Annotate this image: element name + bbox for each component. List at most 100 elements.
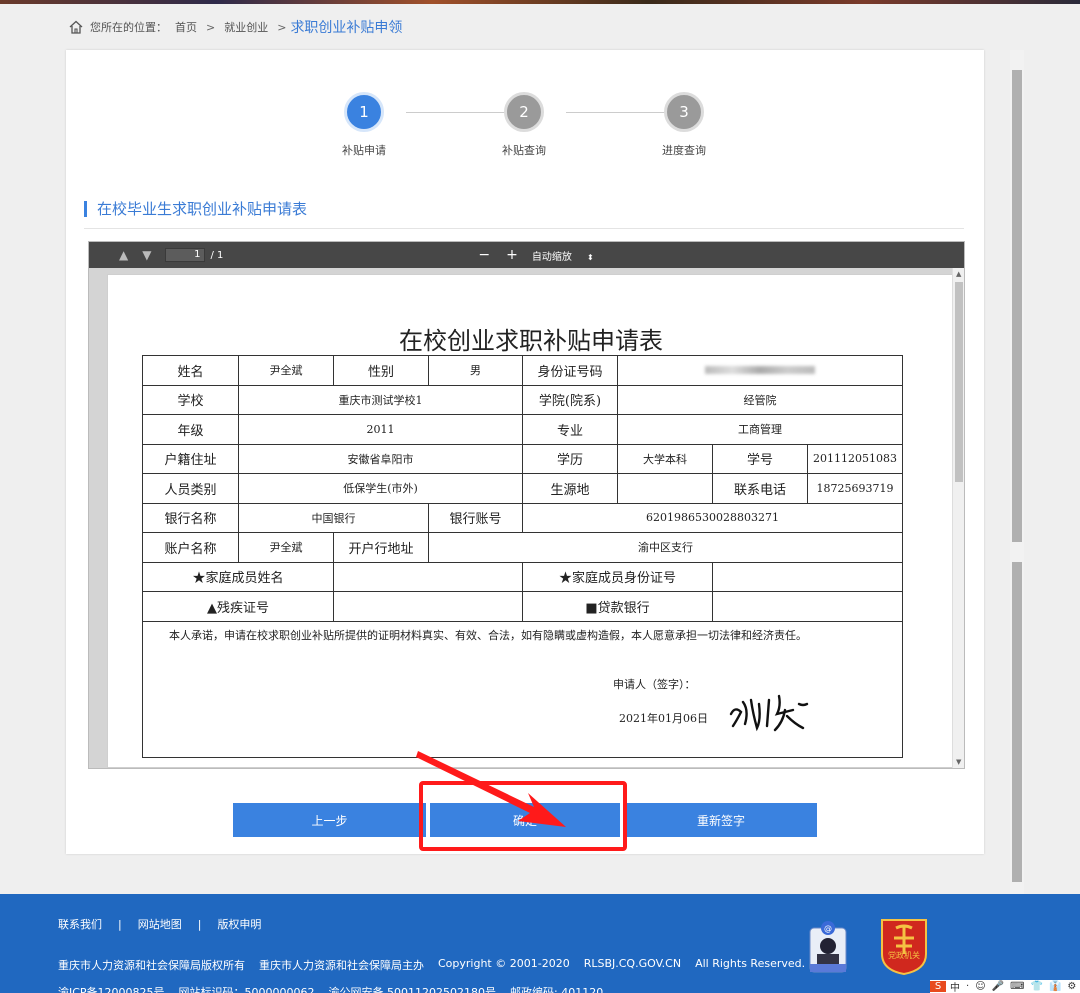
value-bank-name: 中国银行 <box>238 502 429 533</box>
section-title: 在校毕业生求职创业补贴申请表 <box>84 198 307 219</box>
redacted-id-number <box>705 365 815 374</box>
progress-steps: 1 补贴申请 2 补贴查询 3 进度查询 <box>342 92 726 162</box>
footer-link-contact[interactable]: 联系我们 <box>58 916 102 932</box>
breadcrumb-home-link[interactable]: 首页 <box>175 19 197 35</box>
value-disability <box>333 591 523 622</box>
copyright-rights: All Rights Reserved. <box>695 957 806 970</box>
zoom-out-button[interactable]: − <box>478 247 490 263</box>
home-icon[interactable] <box>68 19 84 35</box>
signature-label: 申请人（签字）： <box>613 677 696 691</box>
value-gender: 男 <box>428 355 523 386</box>
label-major: 专业 <box>522 414 618 445</box>
label-loan-bank: ■贷款银行 <box>522 591 713 622</box>
ime-skin-icon[interactable]: 👕 <box>1031 981 1043 992</box>
page-scrollbar-thumb[interactable] <box>1012 70 1022 542</box>
section-title-text: 在校毕业生求职创业补贴申请表 <box>97 200 308 218</box>
step-label: 补贴申请 <box>342 144 386 157</box>
value-bank-address: 渝中区支行 <box>427 532 904 563</box>
breadcrumb-prefix: 您所在的位置： <box>90 21 167 34</box>
pdf-scrollbar[interactable]: ▲ ▼ <box>952 268 964 768</box>
step-label: 补贴查询 <box>502 144 546 157</box>
step-query[interactable]: 2 补贴查询 <box>494 92 554 158</box>
scroll-down-icon[interactable]: ▼ <box>956 758 961 766</box>
value-student-no: 201112051083 <box>806 443 904 474</box>
police-badge-icon[interactable]: @ <box>808 918 848 974</box>
prev-step-button[interactable]: 上一步 <box>233 803 426 837</box>
ime-mic-icon[interactable]: 🎤 <box>992 981 1004 992</box>
ime-toolbox-icon[interactable]: 👔 <box>1049 981 1061 992</box>
pledge-text: 本人承诺，申请在校求职创业补贴所提供的证明材料真实、有效、合法，如有隐瞒或虚构造… <box>169 628 807 642</box>
footer-link-copyright[interactable]: 版权申明 <box>217 916 261 932</box>
table-row: 学校 重庆市测试学校1 学院(院系) 经管院 <box>142 384 904 415</box>
ime-toolbar[interactable]: S 中 · ☺ 🎤 ⌨ 👕 👔 ⚙ <box>930 980 1080 993</box>
copyright-sponsor: 重庆市人力资源和社会保障局主办 <box>259 959 424 972</box>
site-id: 网站标识码：5000000062 <box>178 986 315 993</box>
svg-text:@: @ <box>824 924 832 933</box>
table-row: 姓名 尹全斌 性别 男 身份证号码 <box>142 355 904 386</box>
table-row: ▲残疾证号 ■贷款银行 <box>142 591 904 622</box>
scroll-up-icon[interactable]: ▲ <box>956 270 961 278</box>
document-title: 在校创业求职补贴申请表 <box>399 327 663 355</box>
copyright-owner: 重庆市人力资源和社会保障局版权所有 <box>58 959 245 972</box>
party-govt-badge[interactable]: 党政机关 <box>878 914 930 976</box>
section-title-bar <box>84 200 87 217</box>
value-grade: 2011 <box>238 414 523 445</box>
value-major: 工商管理 <box>616 414 904 445</box>
value-loan-bank <box>711 591 904 622</box>
govt-badge-label: 党政机关 <box>888 951 920 960</box>
step-apply[interactable]: 1 补贴申请 <box>334 92 394 158</box>
value-bank-account: 6201986530028803271 <box>521 502 904 533</box>
ime-keyboard-icon[interactable]: ⌨ <box>1010 981 1024 992</box>
footer-link-sitemap[interactable]: 网站地图 <box>138 916 182 932</box>
value-household: 安徽省阜阳市 <box>238 443 523 474</box>
table-row: 银行名称 中国银行 银行账号 6201986530028803271 <box>142 502 904 533</box>
prev-page-icon[interactable]: ▲ <box>119 248 128 262</box>
footer-copyright: 重庆市人力资源和社会保障局版权所有 重庆市人力资源和社会保障局主办 Copyri… <box>58 957 819 973</box>
ime-settings-icon[interactable]: ⚙ <box>1067 981 1076 992</box>
breadcrumb-separator: > <box>206 20 216 34</box>
value-phone: 18725693719 <box>806 473 904 504</box>
table-row: 年级 2011 专业 工商管理 <box>142 414 904 445</box>
value-account-name: 尹全斌 <box>238 532 334 563</box>
resign-button[interactable]: 重新签字 <box>625 803 817 837</box>
footer-links: 联系我们 | 网站地图 | 版权申明 <box>58 916 261 932</box>
value-college: 经管院 <box>616 384 904 415</box>
ime-punct-icon[interactable]: · <box>966 981 969 992</box>
label-phone: 联系电话 <box>712 473 808 504</box>
label-origin: 生源地 <box>522 473 618 504</box>
table-row: 账户名称 尹全斌 开户行地址 渝中区支行 <box>142 532 904 563</box>
value-family-id <box>711 561 904 592</box>
label-college: 学院(院系) <box>522 384 618 415</box>
pledge-cell: 本人承诺，申请在校求职创业补贴所提供的证明材料真实、有效、合法，如有隐瞒或虚构造… <box>141 620 904 758</box>
label-school: 学校 <box>142 384 239 415</box>
value-name: 尹全斌 <box>238 355 334 386</box>
step-progress[interactable]: 3 进度查询 <box>654 92 714 158</box>
page-total: / 1 <box>210 249 224 261</box>
application-form-table: 姓名 尹全斌 性别 男 身份证号码 学校 重庆市测试学校1 学院(院系) 经管院… <box>141 355 904 758</box>
pdf-toolbar: ▲ ▼ 1 / 1 − + 自动缩放 ⬍ <box>89 242 964 268</box>
label-bank-account: 银行账号 <box>428 502 523 533</box>
table-row: 人员类别 低保学生(市外) 生源地 联系电话 18725693719 <box>142 473 904 504</box>
label-name: 姓名 <box>142 355 239 386</box>
value-category: 低保学生(市外) <box>238 473 523 504</box>
table-row: ★家庭成员姓名 ★家庭成员身份证号 <box>142 561 904 592</box>
page-number-input[interactable]: 1 <box>165 248 206 262</box>
govt-emblem-icon <box>881 919 927 976</box>
ime-emoji-icon[interactable]: ☺ <box>975 981 985 992</box>
label-disability: ▲残疾证号 <box>142 591 334 622</box>
pdf-scrollbar-thumb[interactable] <box>955 282 963 482</box>
page-scrollbar-thumb[interactable] <box>1012 562 1022 882</box>
zoom-select[interactable]: 自动缩放 ⬍ <box>532 248 594 263</box>
zoom-in-button[interactable]: + <box>506 247 518 263</box>
ime-logo-icon[interactable]: S <box>930 981 946 992</box>
page-scrollbar[interactable] <box>1010 50 1024 894</box>
next-page-icon[interactable]: ▼ <box>142 248 151 262</box>
breadcrumb-current: 求职创业补贴申领 <box>290 20 403 36</box>
value-education: 大学本科 <box>617 443 713 474</box>
copyright-domain: RLSBJ.CQ.GOV.CN <box>583 957 682 970</box>
chevron-down-icon: ⬍ <box>587 252 594 262</box>
zoom-select-label: 自动缩放 <box>531 251 572 263</box>
public-security-number: 渝公网安备 50011202502180号 <box>328 986 497 993</box>
breadcrumb-section-link[interactable]: 就业创业 <box>224 19 268 35</box>
ime-mode-chinese[interactable]: 中 <box>950 979 960 993</box>
